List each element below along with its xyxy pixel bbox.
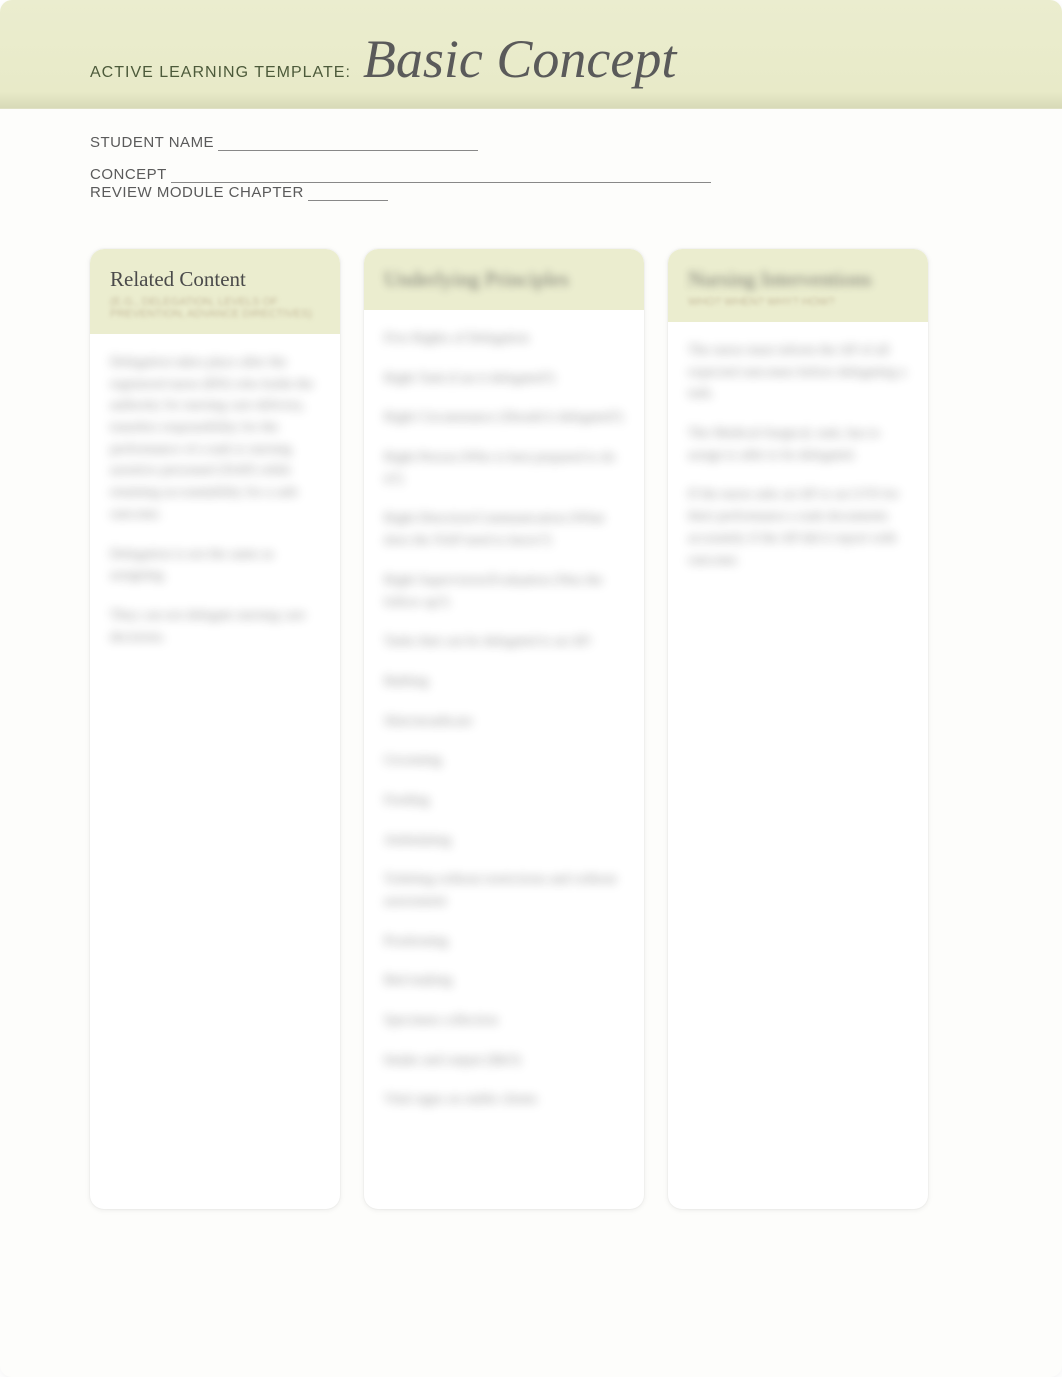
principles-p11: Ambulating xyxy=(384,830,624,852)
principles-p13: Positioning xyxy=(384,931,624,953)
principles-title: Underlying Principles xyxy=(384,267,624,292)
card-header-principles: Underlying Principles xyxy=(364,249,644,310)
interventions-body: The nurse must inform the AP of all expe… xyxy=(668,322,928,607)
template-title: Basic Concept xyxy=(363,28,676,90)
review-chapter-field: REVIEW MODULE CHAPTER xyxy=(90,183,388,201)
interventions-title: Nursing Interventions xyxy=(688,267,908,292)
principles-p10: Feeding xyxy=(384,790,624,812)
principles-p17: Vital signs on stable clients xyxy=(384,1089,624,1111)
interventions-p1: The Medical-Surgical, task, has to assig… xyxy=(688,423,908,466)
related-title: Related Content xyxy=(110,267,320,292)
principles-p15: Specimen collection xyxy=(384,1010,624,1032)
related-body: Delegation takes place after the registe… xyxy=(90,334,340,684)
principles-p1: Right Task (Can it delegated?) xyxy=(384,368,624,390)
card-principles: Underlying Principles Five Rights of Del… xyxy=(364,249,644,1209)
meta-left: STUDENT NAME CONCEPT xyxy=(90,133,711,183)
principles-p12: Toileting without restrictions and witho… xyxy=(384,869,624,912)
card-interventions: Nursing Interventions WHO? WHEN? WHY? HO… xyxy=(668,249,928,1209)
card-related-content: Related Content (E.G., DELEGATION, LEVEL… xyxy=(90,249,340,1209)
principles-body: Five Rights of Delegation Right Task (Ca… xyxy=(364,310,644,1147)
concept-line xyxy=(171,165,711,183)
principles-p0: Five Rights of Delegation xyxy=(384,328,624,350)
review-chapter-label: REVIEW MODULE CHAPTER xyxy=(90,184,304,201)
card-header-related: Related Content (E.G., DELEGATION, LEVEL… xyxy=(90,249,340,334)
interventions-p2: If the nurse asks an AP or an LVN for th… xyxy=(688,484,908,571)
student-name-line xyxy=(218,133,478,151)
page-container: ACTIVE LEARNING TEMPLATE: Basic Concept … xyxy=(0,0,1062,1377)
related-p2: They can not delegate nursing care decis… xyxy=(110,605,320,648)
columns: Related Content (E.G., DELEGATION, LEVEL… xyxy=(0,209,1062,1249)
related-p1: Delegation is not the same as assigning. xyxy=(110,544,320,587)
student-name-label: STUDENT NAME xyxy=(90,134,214,151)
principles-p8: Skin/mouthcare xyxy=(384,711,624,733)
principles-p16: Intake and output (I&O) xyxy=(384,1050,624,1072)
principles-p7: Bathing xyxy=(384,671,624,693)
principles-p3: Right Person (Who is best prepared to do… xyxy=(384,447,624,490)
related-subtitle: (E.G., DELEGATION, LEVELS OF PREVENTION,… xyxy=(110,296,320,320)
template-label: ACTIVE LEARNING TEMPLATE: xyxy=(90,64,351,82)
header-band: ACTIVE LEARNING TEMPLATE: Basic Concept xyxy=(0,0,1062,109)
review-chapter-line xyxy=(308,183,388,201)
interventions-subtitle: WHO? WHEN? WHY? HOW? xyxy=(688,296,908,308)
meta-row: STUDENT NAME CONCEPT REVIEW MODULE CHAPT… xyxy=(0,109,1062,209)
principles-p14: Bed making xyxy=(384,970,624,992)
concept-field: CONCEPT xyxy=(90,165,711,183)
principles-p4: Right Direction/Communication (What does… xyxy=(384,508,624,551)
card-header-interventions: Nursing Interventions WHO? WHEN? WHY? HO… xyxy=(668,249,928,322)
interventions-p0: The nurse must inform the AP of all expe… xyxy=(688,340,908,405)
principles-p9: Grooming xyxy=(384,750,624,772)
principles-p6: Tasks that can be delegated to an AP: xyxy=(384,631,624,653)
related-p0: Delegation takes place after the registe… xyxy=(110,352,320,526)
concept-label: CONCEPT xyxy=(90,166,167,183)
student-name-field: STUDENT NAME xyxy=(90,133,711,151)
principles-p5: Right Supervision/Evaluation (Was the fo… xyxy=(384,570,624,613)
principles-p2: Right Circumstance (Should it delegated?… xyxy=(384,407,624,429)
